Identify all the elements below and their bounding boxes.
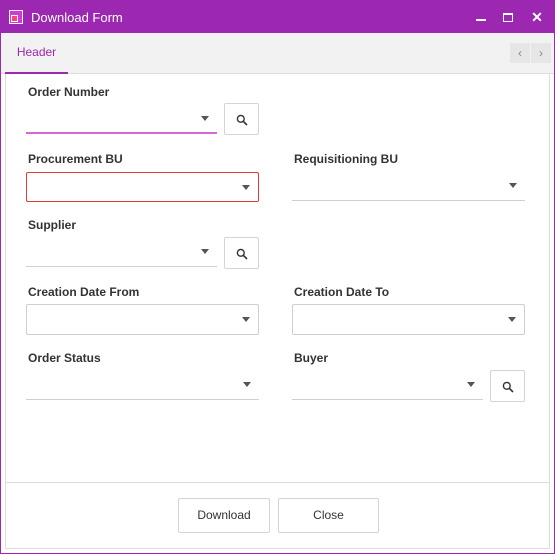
order-number-dropdown[interactable] — [26, 104, 217, 134]
tab-prev-button[interactable]: ‹ — [510, 43, 530, 63]
minimize-button[interactable] — [467, 5, 495, 29]
supplier-search-button[interactable] — [224, 237, 259, 269]
chevron-down-icon — [201, 116, 209, 121]
close-icon: ✕ — [531, 9, 543, 25]
creation-date-to-label: Creation Date To — [294, 285, 390, 299]
procurement-bu-label: Procurement BU — [28, 152, 123, 166]
search-icon — [236, 114, 248, 126]
tab-next-button[interactable]: › — [531, 43, 551, 63]
order-number-label: Order Number — [28, 85, 110, 99]
creation-date-from-label: Creation Date From — [28, 285, 140, 299]
close-window-button[interactable]: ✕ — [523, 5, 551, 29]
creation-date-to-dropdown[interactable] — [292, 304, 525, 335]
chevron-right-icon: › — [539, 46, 543, 60]
order-number-search-button[interactable] — [224, 103, 259, 135]
supplier-dropdown[interactable] — [26, 237, 217, 267]
search-icon — [236, 248, 248, 260]
chevron-down-icon — [509, 183, 517, 188]
buyer-dropdown[interactable] — [292, 370, 483, 400]
maximize-icon — [503, 13, 513, 22]
window-title: Download Form — [31, 10, 123, 25]
dialog-footer: Download Close — [5, 482, 550, 549]
requisitioning-bu-label: Requisitioning BU — [294, 152, 398, 166]
close-button[interactable]: Close — [278, 498, 379, 533]
tab-header[interactable]: Header — [5, 33, 68, 74]
chevron-left-icon: ‹ — [518, 46, 522, 60]
download-button[interactable]: Download — [178, 498, 270, 533]
order-status-label: Order Status — [28, 351, 101, 365]
order-status-dropdown[interactable] — [26, 370, 259, 400]
chevron-down-icon — [508, 317, 516, 322]
procurement-bu-dropdown[interactable] — [26, 172, 259, 202]
requisitioning-bu-dropdown[interactable] — [292, 171, 525, 201]
buyer-label: Buyer — [294, 351, 329, 365]
minimize-icon — [476, 19, 486, 21]
buyer-search-button[interactable] — [490, 370, 525, 402]
maximize-button[interactable] — [494, 5, 522, 29]
chevron-down-icon — [243, 382, 251, 387]
chevron-down-icon — [467, 382, 475, 387]
search-icon — [502, 381, 514, 393]
creation-date-from-dropdown[interactable] — [26, 304, 259, 335]
chevron-down-icon — [242, 185, 250, 190]
tab-strip: Header ‹ › — [1, 33, 554, 74]
chevron-down-icon — [201, 249, 209, 254]
supplier-label: Supplier — [28, 218, 77, 232]
download-form-window: Download Form ✕ Header ‹ › Order Number — [0, 0, 555, 554]
app-icon — [9, 10, 23, 24]
form-content: Order Number Procurement BU Requisitioni… — [5, 74, 550, 482]
title-bar: Download Form ✕ — [1, 1, 554, 33]
chevron-down-icon — [242, 317, 250, 322]
